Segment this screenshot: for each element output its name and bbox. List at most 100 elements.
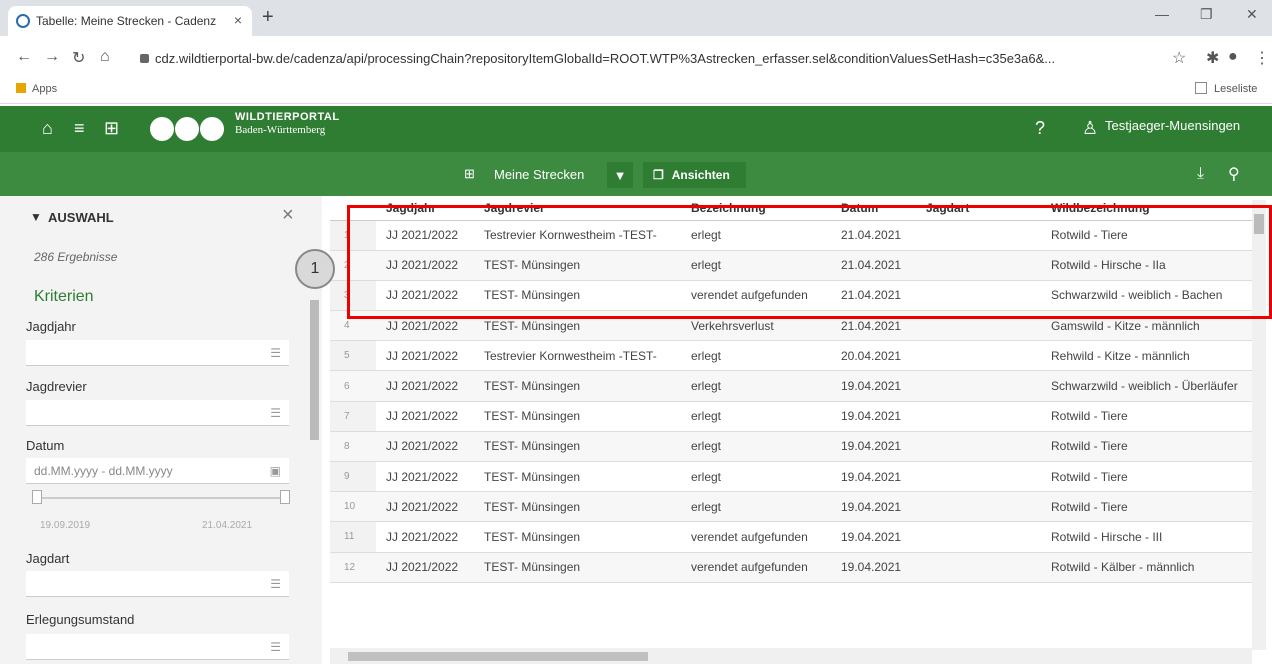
list-icon[interactable]: ☰: [270, 640, 281, 654]
reload-icon[interactable]: ↻: [72, 48, 85, 68]
jagdart-field[interactable]: ☰: [26, 571, 289, 597]
download-icon[interactable]: ⤓: [1197, 162, 1204, 186]
table-cell: 19.04.2021: [831, 431, 916, 463]
row-index: 7: [330, 401, 376, 432]
tab-close-icon[interactable]: ×: [234, 12, 242, 28]
table-cell: JJ 2021/2022: [376, 370, 474, 402]
table-row[interactable]: 7 JJ 2021/2022 TEST- Münsingen erlegt 19.04.…: [330, 401, 1252, 432]
restore-icon[interactable]: ❐: [1200, 6, 1213, 23]
sidebar-header: AUSWAHL: [48, 210, 114, 225]
slider-min-handle[interactable]: [32, 490, 42, 504]
user-icon[interactable]: ♙: [1082, 118, 1098, 139]
browser-tab[interactable]: Tabelle: Meine Strecken - Cadenz ×: [8, 6, 252, 36]
label-jagdart: Jagdart: [26, 551, 70, 566]
erlegungsumstand-field[interactable]: ☰: [26, 634, 289, 660]
browser-tabbar: Tabelle: Meine Strecken - Cadenz × + — ❐…: [0, 0, 1272, 36]
home-icon[interactable]: ⌂: [100, 48, 110, 66]
highlight-box: [347, 205, 1272, 319]
app-navbar: ⌂ ≡ ⊞ ? ♙: [0, 106, 1272, 152]
row-index: 10: [330, 491, 376, 523]
table-row[interactable]: 9 JJ 2021/2022 TEST- Münsingen erlegt 19.04.…: [330, 461, 1252, 493]
table-cell: erlegt: [681, 491, 831, 523]
table-horizontal-scrollbar[interactable]: [330, 648, 1252, 664]
user-name[interactable]: Testjaeger-Muensingen: [1105, 118, 1240, 133]
link-icon[interactable]: ⚲: [1228, 162, 1240, 186]
table-cell: TEST- Münsingen: [474, 431, 681, 463]
table-cell: [916, 340, 1041, 372]
table-row[interactable]: 8 JJ 2021/2022 TEST- Münsingen erlegt 19.04.…: [330, 431, 1252, 463]
calendar-icon[interactable]: ▣: [270, 464, 281, 478]
forward-icon[interactable]: →: [44, 48, 60, 66]
table-cell: Testrevier Kornwestheim -TEST-: [474, 340, 681, 372]
table-cell: JJ 2021/2022: [376, 491, 474, 523]
help-icon[interactable]: ?: [1035, 118, 1045, 139]
criteria-title: Kriterien: [34, 288, 94, 305]
table-cell: TEST- Münsingen: [474, 521, 681, 553]
apps-grid-icon: [16, 83, 26, 93]
table-cell: Rotwild - Hirsche - III: [1041, 521, 1252, 553]
table-cell: 19.04.2021: [831, 370, 916, 402]
table-cell: erlegt: [681, 401, 831, 432]
table-cell: TEST- Münsingen: [474, 552, 681, 583]
table-cell: [916, 521, 1041, 553]
back-icon[interactable]: ←: [16, 48, 32, 66]
extensions-icon[interactable]: ✱: [1206, 48, 1219, 68]
view-title: Meine Strecken: [494, 166, 585, 182]
filter-button[interactable]: ▼: [607, 162, 633, 188]
view-toolbar: ⊞ Meine Strecken ⤓ ⚲: [0, 152, 1272, 196]
reading-list-link[interactable]: Leseliste: [1214, 83, 1257, 95]
minimize-icon[interactable]: —: [1155, 6, 1169, 22]
row-index: 6: [330, 370, 376, 402]
table-cell: verendet aufgefunden: [681, 552, 831, 583]
brand-subtitle: Baden-Württemberg: [235, 124, 326, 136]
table-cell: [916, 370, 1041, 402]
table-row[interactable]: 12 JJ 2021/2022 TEST- Münsingen verendet au…: [330, 552, 1252, 583]
table-cell: TEST- Münsingen: [474, 370, 681, 402]
map-icon[interactable]: ⊞: [104, 118, 119, 139]
url-field[interactable]: cdz.wildtierportal-bw.de/cadenza/api/pro…: [140, 46, 1170, 70]
table-cell: TEST- Münsingen: [474, 491, 681, 523]
home-icon[interactable]: ⌂: [42, 118, 53, 139]
table-cell: 19.04.2021: [831, 461, 916, 493]
star-icon[interactable]: ☆: [1172, 48, 1186, 68]
jagdrevier-field[interactable]: ☰: [26, 400, 289, 426]
list-icon[interactable]: ☰: [270, 406, 281, 420]
new-tab-icon[interactable]: +: [262, 6, 274, 29]
hscroll-thumb[interactable]: [348, 652, 648, 661]
menu-dots-icon[interactable]: ⋮: [1254, 48, 1270, 68]
sidebar-scrollbar[interactable]: [310, 300, 319, 440]
date-range-field[interactable]: dd.MM.yyyy - dd.MM.yyyy ▣: [26, 458, 289, 484]
table-cell: Rotwild - Tiere: [1041, 431, 1252, 463]
table-row[interactable]: 11 JJ 2021/2022 TEST- Münsingen verendet au…: [330, 521, 1252, 553]
row-index: 8: [330, 431, 376, 463]
table-icon: ⊞: [464, 166, 475, 181]
filter-small-icon: ▼: [30, 210, 42, 224]
views-button[interactable]: ❐ Ansichten: [643, 162, 746, 188]
logo-icon: [175, 117, 199, 141]
row-index: 9: [330, 461, 376, 493]
table-row[interactable]: 6 JJ 2021/2022 TEST- Münsingen erlegt 19.04.…: [330, 370, 1252, 402]
table-cell: erlegt: [681, 340, 831, 372]
table-row[interactable]: 5 JJ 2021/2022 Testrevier Kornwestheim -TE…: [330, 340, 1252, 372]
table-row[interactable]: 10 JJ 2021/2022 TEST- Münsingen erlegt 19.04…: [330, 491, 1252, 523]
filter-sidebar: ▼ AUSWAHL × 286 Ergebnisse Kriterien Jag…: [0, 196, 322, 664]
site-favicon-icon: [16, 14, 30, 28]
close-sidebar-icon[interactable]: ×: [282, 204, 294, 227]
list-icon[interactable]: ☰: [270, 346, 281, 360]
profile-icon[interactable]: ●: [1228, 48, 1238, 66]
filter-icon: ▼: [613, 167, 627, 183]
hamburger-menu-icon[interactable]: ≡: [74, 118, 85, 139]
jagdjahr-field[interactable]: ☰: [26, 340, 289, 366]
results-count: 286 Ergebnisse: [34, 250, 118, 264]
table-cell: JJ 2021/2022: [376, 521, 474, 553]
window-close-icon[interactable]: ✕: [1246, 6, 1258, 23]
slider-max-handle[interactable]: [280, 490, 290, 504]
table-cell: Rotwild - Tiere: [1041, 401, 1252, 432]
table-cell: 19.04.2021: [831, 521, 916, 553]
apps-link[interactable]: Apps: [32, 83, 57, 95]
list-icon[interactable]: ☰: [270, 577, 281, 591]
table-cell: 19.04.2021: [831, 552, 916, 583]
label-jagdjahr: Jagdjahr: [26, 319, 76, 334]
table-cell: JJ 2021/2022: [376, 461, 474, 493]
reading-list-icon: [1195, 82, 1207, 94]
